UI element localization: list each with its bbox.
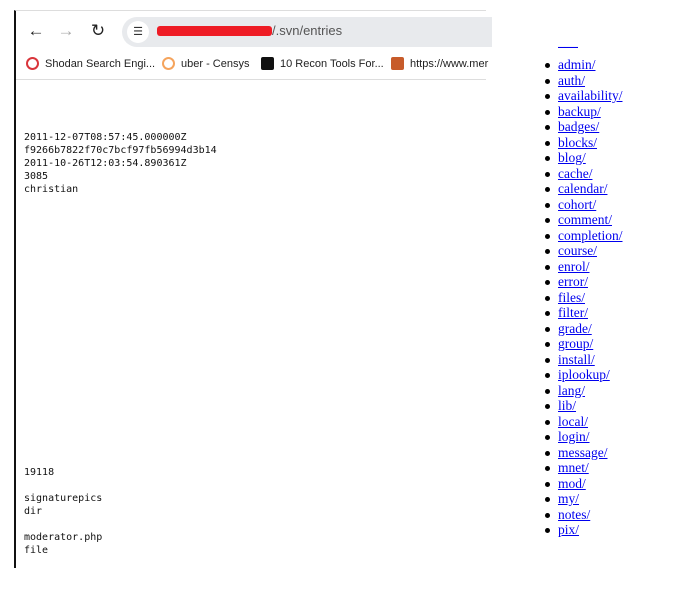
directory-link[interactable]: notes/	[558, 507, 590, 522]
directory-link[interactable]: my/	[558, 491, 579, 506]
directory-link[interactable]: filter/	[558, 305, 588, 320]
directory-link[interactable]: blocks/	[558, 135, 597, 150]
entries-block-2: 19118 signaturepics dir moderator.php fi…	[24, 466, 102, 557]
list-item: enrol/	[540, 259, 623, 275]
list-item: availability/	[540, 88, 623, 104]
bookmark-shodan[interactable]: Shodan Search Engi...	[26, 57, 155, 70]
arrow-right-icon[interactable]: →	[56, 21, 76, 41]
directory-link[interactable]: local/	[558, 414, 588, 429]
directory-link[interactable]: calendar/	[558, 181, 607, 196]
censys-icon	[162, 57, 175, 70]
list-item: login/	[540, 429, 623, 445]
list-item: cohort/	[540, 197, 623, 213]
bookmark-site[interactable]: https://www.mer	[391, 57, 488, 70]
directory-link[interactable]: group/	[558, 336, 593, 351]
list-item: install/	[540, 352, 623, 368]
url-path: /.svn/entries	[272, 23, 343, 38]
directory-link[interactable]: mnet/	[558, 460, 589, 475]
list-item: files/	[540, 290, 623, 306]
entries-block-1: 2011-12-07T08:57:45.000000Z f9266b7822f7…	[24, 131, 217, 196]
bookmark-label: Shodan Search Engi...	[45, 57, 156, 70]
entry-line: dir	[24, 506, 43, 517]
list-item: lang/	[540, 383, 623, 399]
directory-link[interactable]: cache/	[558, 166, 592, 181]
directory-link[interactable]: iplookup/	[558, 367, 610, 382]
list-item: grade/	[540, 321, 623, 337]
directory-link[interactable]: grade/	[558, 321, 592, 336]
entry-line: 2011-10-26T12:03:54.890361Z	[24, 158, 187, 169]
entry-line: christian	[24, 184, 79, 195]
directory-link[interactable]: login/	[558, 429, 590, 444]
list-item: error/	[540, 274, 623, 290]
bookmarks-bar: Shodan Search Engi... uber - Censys 10 R…	[16, 53, 488, 80]
list-item: auth/	[540, 73, 623, 89]
list-item: backup/	[540, 104, 623, 120]
list-item: local/	[540, 414, 623, 430]
list-item: course/	[540, 243, 623, 259]
directory-link[interactable]: completion/	[558, 228, 623, 243]
entry-line: moderator.php	[24, 532, 103, 543]
list-item: mod/	[540, 476, 623, 492]
bookmark-label: 10 Recon Tools For...	[280, 57, 384, 70]
directory-link[interactable]: mod/	[558, 476, 586, 491]
list-item: my/	[540, 491, 623, 507]
directory-link[interactable]: comment/	[558, 212, 612, 227]
entry-line: 3085	[24, 171, 49, 182]
directory-link[interactable]: admin/	[558, 57, 596, 72]
list-item: badges/	[540, 119, 623, 135]
directory-link[interactable]: auth/	[558, 73, 585, 88]
list-item: filter/	[540, 305, 623, 321]
directory-link[interactable]: backup/	[558, 104, 601, 119]
directory-link[interactable]: cohort/	[558, 197, 596, 212]
entry-line: signaturepics	[24, 493, 103, 504]
directory-link[interactable]: error/	[558, 274, 588, 289]
list-item: group/	[540, 336, 623, 352]
directory-link[interactable]: blog/	[558, 150, 586, 165]
browser-toolbar: ← → ↻ ☰ /.svn/entries	[16, 11, 492, 51]
arrow-left-icon[interactable]: ←	[26, 21, 46, 41]
list-item: cache/	[540, 166, 623, 182]
directory-link[interactable]: pix/	[558, 522, 579, 537]
list-item: pix/	[540, 522, 623, 538]
list-item: comment/	[540, 212, 623, 228]
shodan-icon	[26, 57, 39, 70]
list-item: blocks/	[540, 135, 623, 151]
directory-link[interactable]: files/	[558, 290, 585, 305]
list-item: completion/	[540, 228, 623, 244]
reload-icon[interactable]: ↻	[88, 21, 108, 41]
directory-list: admin/auth/availability/backup/badges/bl…	[540, 57, 623, 538]
clipped-list-item: _____	[558, 44, 578, 49]
bookmark-label: https://www.mer	[410, 57, 489, 70]
entry-line: file	[24, 545, 49, 556]
address-bar[interactable]: ☰ /.svn/entries	[122, 17, 492, 47]
directory-link[interactable]: badges/	[558, 119, 599, 134]
bookmark-censys[interactable]: uber - Censys	[162, 57, 249, 70]
bookmark-recon-tools[interactable]: 10 Recon Tools For...	[261, 57, 384, 70]
list-item: admin/	[540, 57, 623, 73]
medium-icon	[261, 57, 274, 70]
directory-link[interactable]: lang/	[558, 383, 585, 398]
list-item: calendar/	[540, 181, 623, 197]
directory-link[interactable]: message/	[558, 445, 608, 460]
list-item: notes/	[540, 507, 623, 523]
list-item: blog/	[540, 150, 623, 166]
directory-link[interactable]: availability/	[558, 88, 622, 103]
list-item: message/	[540, 445, 623, 461]
directory-link[interactable]: course/	[558, 243, 597, 258]
site-icon	[391, 57, 404, 70]
directory-link[interactable]: enrol/	[558, 259, 590, 274]
directory-link[interactable]: install/	[558, 352, 595, 367]
list-item: iplookup/	[540, 367, 623, 383]
list-item: mnet/	[540, 460, 623, 476]
entry-line: 19118	[24, 467, 55, 478]
browser-window: ← → ↻ ☰ /.svn/entries Shodan Search Engi…	[14, 10, 492, 568]
redacted-domain	[157, 26, 272, 36]
entry-line: 2011-12-07T08:57:45.000000Z	[24, 132, 187, 143]
entry-line: f9266b7822f70c7bcf97fb56994d3b14	[24, 145, 217, 156]
bookmark-label: uber - Censys	[181, 57, 250, 70]
list-item: lib/	[540, 398, 623, 414]
tune-icon[interactable]: ☰	[127, 21, 149, 43]
directory-link[interactable]: lib/	[558, 398, 576, 413]
